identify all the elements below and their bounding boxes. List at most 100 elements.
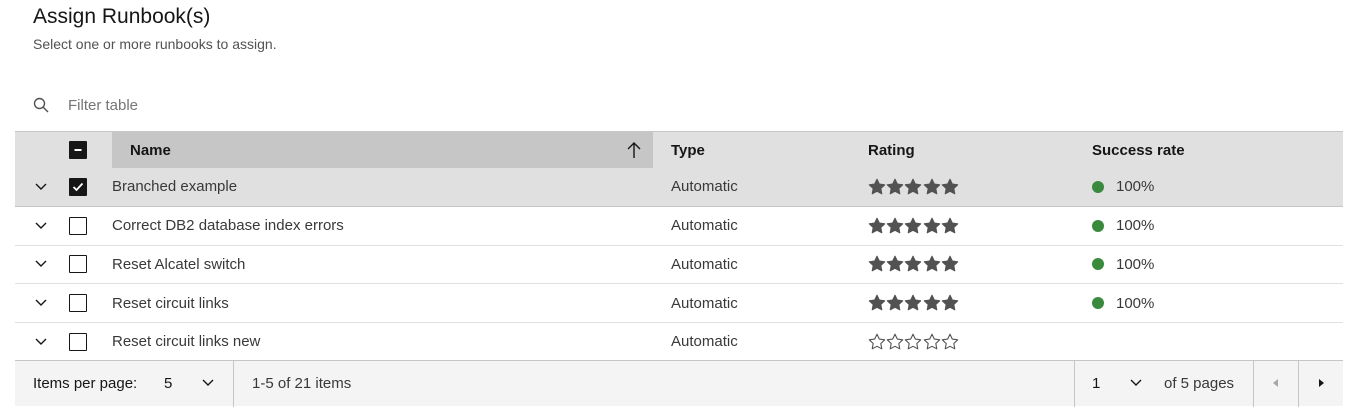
- rating-stars[interactable]: [868, 255, 959, 273]
- table-row[interactable]: Reset circuit links new Automatic: [15, 323, 1343, 362]
- success-rate: 100%: [1092, 178, 1154, 195]
- star-icon[interactable]: [941, 294, 959, 312]
- page-select[interactable]: 1: [1092, 375, 1142, 392]
- star-icon[interactable]: [923, 178, 941, 196]
- current-page-value: 1: [1092, 375, 1101, 392]
- column-header-rating[interactable]: Rating: [868, 142, 915, 159]
- runbook-type: Automatic: [671, 217, 738, 235]
- table-row[interactable]: Reset Alcatel switch Automatic 100%: [15, 245, 1343, 285]
- runbook-type: Automatic: [671, 178, 738, 196]
- success-rate: 100%: [1092, 256, 1154, 273]
- star-icon[interactable]: [904, 217, 922, 235]
- column-header-success-rate[interactable]: Success rate: [1092, 142, 1185, 159]
- items-per-page-value: 5: [164, 375, 173, 392]
- star-icon[interactable]: [904, 178, 922, 196]
- previous-page-button[interactable]: [1254, 361, 1298, 407]
- table-header: Name Type Rating Success rate: [15, 131, 1343, 168]
- runbook-name: Correct DB2 database index errors: [112, 217, 344, 235]
- chevron-down-icon: [35, 299, 47, 307]
- row-checkbox[interactable]: [69, 177, 87, 196]
- star-icon[interactable]: [923, 294, 941, 312]
- status-dot-icon: [1092, 180, 1104, 193]
- rating-stars[interactable]: [868, 333, 959, 351]
- star-icon[interactable]: [941, 178, 959, 196]
- select-all-checkbox[interactable]: [69, 141, 87, 159]
- column-header-type[interactable]: Type: [671, 142, 705, 159]
- star-icon[interactable]: [886, 255, 904, 273]
- divider: [1074, 361, 1075, 407]
- status-dot-icon: [1092, 219, 1104, 232]
- star-icon[interactable]: [923, 333, 941, 351]
- expand-row-button[interactable]: [33, 179, 49, 195]
- table-row[interactable]: Branched example Automatic 100%: [15, 168, 1343, 207]
- star-icon[interactable]: [868, 333, 886, 351]
- chevron-down-icon: [201, 378, 215, 388]
- runbook-type: Automatic: [671, 333, 738, 351]
- caret-left-icon: [1272, 375, 1280, 392]
- runbook-name: Reset circuit links: [112, 294, 229, 312]
- row-checkbox[interactable]: [69, 216, 87, 235]
- star-icon[interactable]: [868, 178, 886, 196]
- chevron-down-icon: [35, 222, 47, 229]
- star-icon[interactable]: [941, 333, 959, 351]
- star-icon[interactable]: [904, 294, 922, 312]
- status-dot-icon: [1092, 258, 1104, 271]
- star-icon[interactable]: [886, 294, 904, 312]
- star-icon[interactable]: [923, 217, 941, 235]
- success-rate-value: 100%: [1116, 217, 1155, 235]
- star-icon[interactable]: [904, 333, 922, 351]
- row-checkbox[interactable]: [69, 332, 87, 351]
- page-title: Assign Runbook(s): [33, 5, 211, 28]
- success-rate: 100%: [1092, 295, 1154, 312]
- arrow-up-icon[interactable]: [626, 141, 642, 159]
- star-icon[interactable]: [886, 333, 904, 351]
- expand-row-button[interactable]: [33, 295, 49, 311]
- expand-row-button[interactable]: [33, 218, 49, 234]
- items-per-page-select[interactable]: 5: [164, 375, 214, 392]
- table-search[interactable]: [15, 85, 1343, 125]
- success-rate: 100%: [1092, 217, 1154, 234]
- modal-header: Assign Runbook(s) Select one or more run…: [33, 4, 277, 52]
- chevron-down-icon: [35, 260, 47, 268]
- items-range-text: 1-5 of 21 items: [252, 375, 352, 392]
- success-rate-value: 100%: [1116, 294, 1155, 312]
- star-icon[interactable]: [868, 217, 886, 235]
- expand-row-button[interactable]: [33, 334, 49, 350]
- next-page-button[interactable]: [1299, 361, 1343, 407]
- rating-stars[interactable]: [868, 217, 959, 235]
- star-icon[interactable]: [886, 217, 904, 235]
- divider: [233, 361, 234, 407]
- filter-table-input[interactable]: [68, 96, 468, 114]
- items-per-page-label: Items per page:: [33, 375, 138, 392]
- table-row[interactable]: Correct DB2 database index errors Automat…: [15, 206, 1343, 246]
- runbook-name: Branched example: [112, 178, 238, 196]
- runbook-name: Reset circuit links new: [112, 333, 261, 351]
- rating-stars[interactable]: [868, 294, 959, 312]
- chevron-down-icon: [35, 338, 47, 345]
- rating-stars[interactable]: [868, 178, 959, 196]
- status-dot-icon: [1092, 297, 1104, 310]
- table-row[interactable]: Reset circuit links Automatic 100%: [15, 284, 1343, 323]
- chevron-down-icon: [1129, 378, 1143, 388]
- star-icon[interactable]: [886, 178, 904, 196]
- star-icon[interactable]: [941, 217, 959, 235]
- page-subtitle: Select one or more runbooks to assign.: [33, 36, 277, 52]
- star-icon[interactable]: [868, 294, 886, 312]
- row-checkbox[interactable]: [69, 255, 87, 274]
- column-header-name[interactable]: Name: [112, 132, 653, 168]
- runbook-type: Automatic: [671, 294, 738, 312]
- table-body: Branched example Automatic 100% Correct DB2…: [15, 168, 1343, 362]
- star-icon[interactable]: [868, 255, 886, 273]
- star-icon[interactable]: [941, 255, 959, 273]
- runbook-type: Automatic: [671, 255, 738, 273]
- caret-right-icon: [1317, 375, 1325, 392]
- chevron-down-icon: [35, 183, 47, 190]
- star-icon[interactable]: [904, 255, 922, 273]
- runbook-table: Name Type Rating Success rate Branched e…: [15, 131, 1343, 362]
- star-icon[interactable]: [923, 255, 941, 273]
- row-checkbox[interactable]: [69, 294, 87, 313]
- success-rate-value: 100%: [1116, 178, 1155, 196]
- expand-row-button[interactable]: [33, 256, 49, 272]
- total-pages-text: of 5 pages: [1164, 375, 1235, 392]
- runbook-name: Reset Alcatel switch: [112, 255, 246, 273]
